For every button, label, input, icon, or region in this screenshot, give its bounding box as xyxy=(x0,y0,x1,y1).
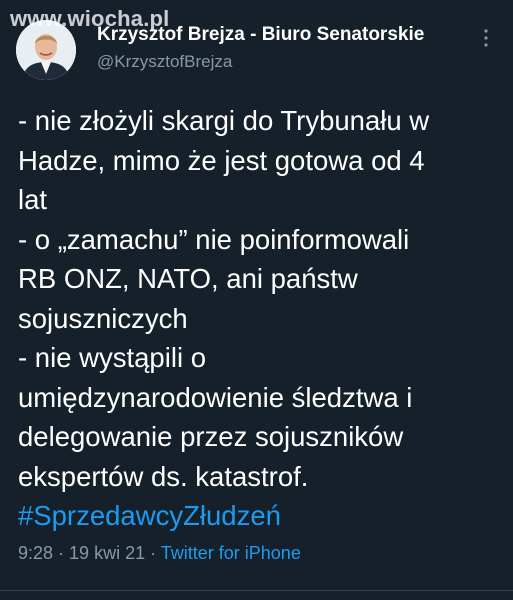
meta-separator: · xyxy=(145,543,161,563)
tweet-time[interactable]: 9:28 xyxy=(18,543,53,563)
tweet-line: RB ONZ, NATO, ani państw xyxy=(18,263,358,294)
meta-separator: · xyxy=(53,543,70,563)
tweet-source-link[interactable]: Twitter for iPhone xyxy=(161,543,301,563)
divider xyxy=(0,590,513,591)
tweet-line: lat xyxy=(18,184,48,215)
tweet-line: Hadze, mimo że jest gotowa od 4 xyxy=(18,144,425,176)
tweet-date[interactable]: 19 kwi 21 xyxy=(69,543,145,563)
tweet-line: delegowanie przez sojuszników xyxy=(18,421,404,452)
tweet-text: - nie złożyli skargi do Trybunału w Hadz… xyxy=(18,101,498,536)
tweet-line: sojuszniczych xyxy=(18,302,188,334)
more-vertical-icon[interactable] xyxy=(474,26,498,50)
tweet-meta: 9:28 · 19 kwi 21 · Twitter for iPhone xyxy=(18,543,301,564)
hashtag-link[interactable]: #SprzedawcyZłudzeń xyxy=(18,496,498,536)
tweet-line: ekspertów ds. katastrof. xyxy=(18,460,309,492)
tweet-line: umiędzynarodowienie śledztwa i xyxy=(18,381,413,413)
watermark-text: www.wiocha.pl xyxy=(10,6,170,31)
tweet-line: - o „zamachu” nie poinformowali xyxy=(18,223,410,255)
tweet-line: - nie wystąpili o xyxy=(18,342,206,373)
tweet-line: - nie złożyli skargi do Trybunału w xyxy=(18,105,430,136)
author-handle[interactable]: @KrzysztofBrejza xyxy=(97,52,424,72)
